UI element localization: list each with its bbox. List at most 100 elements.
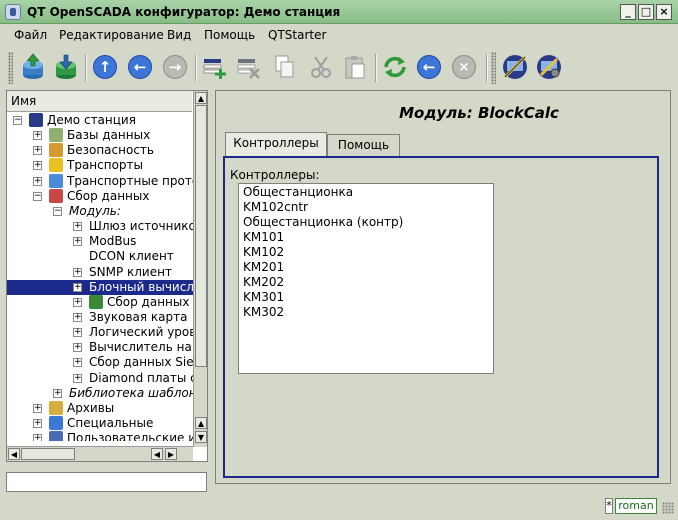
expand-icon[interactable]: + [33, 176, 42, 186]
tree-item[interactable]: + Безопасность [7, 143, 193, 158]
maximize-button[interactable]: □ [638, 4, 654, 20]
tree-item[interactable]: + Сбор данных [7, 294, 193, 310]
expand-icon[interactable]: + [53, 388, 62, 398]
tree-header[interactable]: Имя [7, 91, 192, 112]
expand-icon[interactable]: + [33, 434, 42, 441]
tree-item[interactable]: + Шлюз источников [7, 219, 193, 234]
tree-item[interactable]: − Демо станция [7, 113, 193, 128]
expand-icon[interactable]: + [33, 419, 42, 428]
scroll-right-arrow-icon[interactable]: ▶ [165, 448, 177, 460]
expand-icon[interactable]: + [73, 297, 82, 307]
paste-button[interactable] [340, 52, 370, 82]
list-item[interactable]: KM202 [243, 275, 284, 289]
scroll-up-arrow-icon[interactable]: ▲ [195, 92, 207, 104]
collapse-icon[interactable]: − [33, 191, 42, 201]
tree-item-label: Звуковая карта [89, 309, 188, 324]
back-button[interactable]: ← [125, 52, 155, 82]
user-indicator[interactable]: roman [615, 498, 657, 514]
delete-item-button[interactable] [234, 52, 264, 82]
db-load-button[interactable] [18, 52, 48, 82]
tree-item[interactable]: − Модуль: [7, 204, 193, 219]
list-item[interactable]: KM301 [243, 290, 284, 304]
expand-icon[interactable]: + [33, 403, 42, 413]
tree-item[interactable]: + Транспорты [7, 158, 193, 173]
db-save-button[interactable] [51, 52, 81, 82]
start-button[interactable]: ← [414, 52, 444, 82]
expand-icon[interactable]: + [73, 222, 82, 232]
scroll-thumb[interactable] [195, 105, 207, 367]
stop-button[interactable]: × [449, 52, 479, 82]
forward-button[interactable]: → [160, 52, 190, 82]
tab-help[interactable]: Помощь [327, 134, 400, 156]
minimize-button[interactable]: _ [620, 4, 636, 20]
controllers-list[interactable]: Общестанционка KM102cntr Общестанционка … [238, 183, 494, 374]
expand-icon[interactable]: + [73, 373, 82, 383]
up-button[interactable]: ↑ [90, 52, 120, 82]
tree-item[interactable]: + Вычислитель на [7, 340, 193, 355]
tree-item[interactable]: − Сбор данных [7, 188, 193, 204]
collapse-icon[interactable]: − [53, 206, 62, 216]
tree-item[interactable]: + Блочный вычисл [7, 279, 193, 295]
scroll-thumb[interactable] [21, 448, 75, 460]
list-item[interactable]: Общестанционка [243, 185, 353, 199]
expand-icon[interactable]: + [73, 282, 82, 292]
list-item[interactable]: KM102 [243, 245, 284, 259]
menu-edit[interactable]: Редактирование [59, 28, 164, 42]
tab-controllers[interactable]: Контроллеры [225, 132, 327, 156]
menu-qtstarter[interactable]: QTStarter [268, 28, 326, 42]
expand-icon[interactable]: + [33, 161, 42, 171]
list-item[interactable]: KM101 [243, 230, 284, 244]
modified-indicator: * [605, 498, 613, 514]
tree-item[interactable]: + Сбор данных Sie [7, 355, 193, 370]
station-button[interactable] [500, 52, 530, 82]
expand-icon[interactable]: + [73, 237, 82, 247]
copy-button[interactable] [270, 52, 300, 82]
expand-icon[interactable]: + [73, 358, 82, 368]
tree-item[interactable]: + Diamond платы с [7, 371, 193, 386]
tree-item[interactable]: + Специальные [7, 416, 193, 431]
tree-item[interactable]: + SNMP клиент [7, 265, 193, 280]
close-button[interactable]: × [656, 4, 672, 20]
refresh-button[interactable] [380, 52, 410, 82]
menu-help[interactable]: Помощь [204, 28, 255, 42]
resize-grip-icon[interactable] [662, 502, 674, 514]
collapse-icon[interactable]: − [13, 116, 22, 125]
list-item[interactable]: KM201 [243, 260, 284, 274]
menu-file[interactable]: Файл [14, 28, 47, 42]
back-icon: ← [128, 55, 152, 79]
list-item[interactable]: KM302 [243, 305, 284, 319]
toolbar-grip[interactable] [491, 52, 496, 84]
tree-vertical-scrollbar[interactable]: ▲ ▲ ▼ [193, 91, 207, 447]
tree-item[interactable]: + Пользовательские и [7, 431, 193, 441]
tree-item[interactable]: + Библиотека шаблон [7, 386, 193, 401]
menu-view[interactable]: Вид [167, 28, 191, 42]
expand-icon[interactable]: + [73, 267, 82, 277]
expand-icon[interactable]: + [73, 312, 82, 322]
navigation-tree[interactable]: Имя − Демо станция + Базы данных + Безопаснос… [6, 90, 208, 462]
tree-item[interactable]: + Базы данных [7, 128, 193, 143]
expand-icon[interactable]: + [33, 146, 42, 156]
tree-item[interactable]: + ModBus [7, 234, 193, 249]
list-item[interactable]: Общестанционка (контр) [243, 215, 403, 229]
tree-horizontal-scrollbar[interactable]: ◀ ◀ ▶ [7, 446, 193, 461]
list-item[interactable]: KM102cntr [243, 200, 308, 214]
tree-item[interactable]: + Транспортные прото [7, 173, 193, 189]
tree-filter-input[interactable] [6, 472, 207, 492]
scroll-left-arrow-icon[interactable]: ◀ [8, 448, 20, 460]
tree-item[interactable]: DCON клиент [7, 249, 193, 264]
transport-icon [49, 158, 63, 173]
cut-button[interactable] [306, 52, 336, 82]
expand-icon[interactable]: + [73, 343, 82, 353]
config-button[interactable] [534, 52, 564, 82]
archive-icon [49, 400, 63, 415]
add-item-button[interactable] [200, 52, 230, 82]
scroll-up-arrow-icon[interactable]: ▲ [195, 417, 207, 429]
toolbar-grip[interactable] [8, 52, 13, 84]
scroll-down-arrow-icon[interactable]: ▼ [195, 431, 207, 443]
expand-icon[interactable]: + [73, 328, 82, 338]
tree-item[interactable]: + Логический уров [7, 325, 193, 340]
scroll-left-arrow-icon[interactable]: ◀ [151, 448, 163, 460]
expand-icon[interactable]: + [33, 131, 42, 141]
tree-item[interactable]: + Архивы [7, 400, 193, 416]
tree-item[interactable]: + Звуковая карта [7, 310, 193, 325]
